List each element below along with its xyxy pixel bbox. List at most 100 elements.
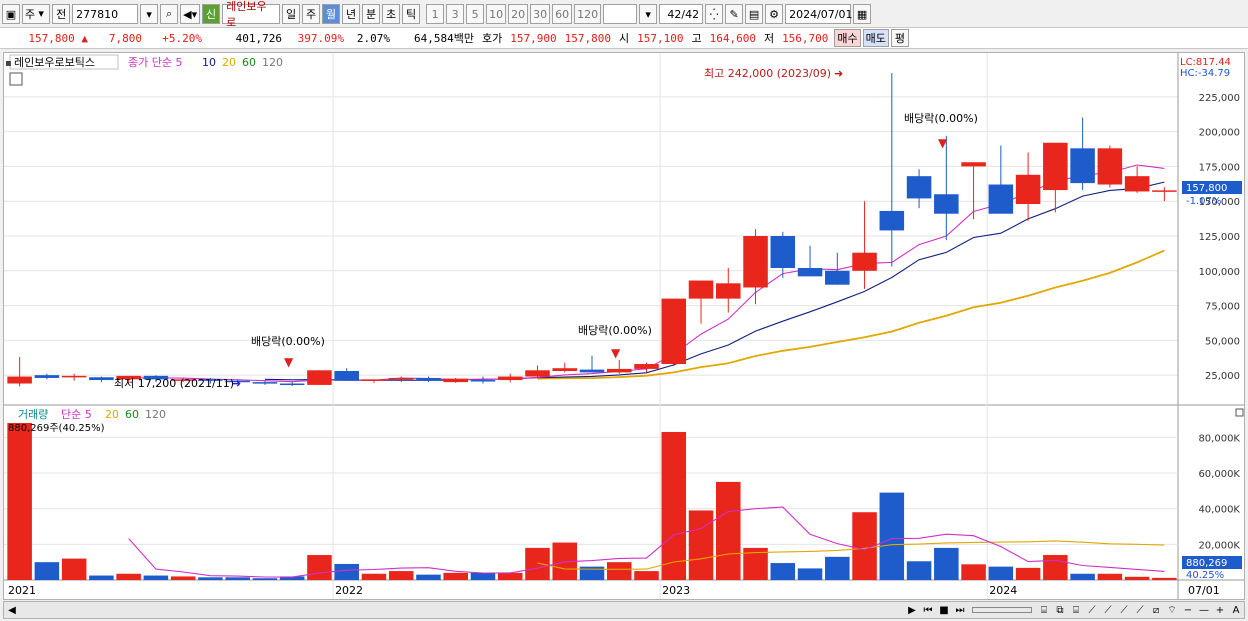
volume-bar[interactable] <box>716 481 741 580</box>
volume-bar[interactable] <box>225 577 250 580</box>
chart-scrollbar[interactable]: ◀ ▶ ⏮ ■ ⏭ ⌸ ⧉ ⌸ ⟋ ⟋ ⟋ ⟋ ⧄ ⌔ − — + A <box>3 601 1245 619</box>
volume-bar[interactable] <box>797 568 823 580</box>
minute-tab-2[interactable]: 5 <box>466 4 485 24</box>
volume-bar[interactable] <box>688 510 714 580</box>
vol-legend-ma120[interactable]: 120 <box>145 408 166 421</box>
market-select[interactable]: 주 ▾ <box>22 4 51 24</box>
vol-legend-ma60[interactable]: 60 <box>125 408 139 421</box>
panel-close-icon[interactable] <box>1235 408 1244 417</box>
interval-input[interactable] <box>603 4 638 24</box>
candle[interactable] <box>388 376 414 383</box>
minute-tab-0[interactable]: 1 <box>426 4 445 24</box>
draw-tool-icon[interactable]: ✎ <box>725 4 744 24</box>
period-tab-6[interactable]: 틱 <box>402 4 421 24</box>
volume-bar[interactable] <box>988 566 1014 580</box>
minus-icon[interactable]: — <box>1196 602 1212 618</box>
volume-bar[interactable] <box>470 572 496 580</box>
volume-bar[interactable] <box>416 574 441 580</box>
save-icon[interactable]: ▤ <box>745 4 764 24</box>
candle[interactable] <box>307 370 332 385</box>
vol-legend-ma5[interactable]: 단순 5 <box>61 408 92 421</box>
candle[interactable] <box>279 382 305 387</box>
volume-bar[interactable] <box>334 563 359 580</box>
volume-bar[interactable] <box>879 492 905 580</box>
candle[interactable] <box>606 359 632 374</box>
tool-icon-8[interactable]: ⧄ <box>1148 602 1164 618</box>
candle[interactable] <box>797 245 823 277</box>
candle[interactable] <box>34 373 60 380</box>
volume-bar[interactable] <box>525 547 550 580</box>
calculator-icon[interactable] <box>9 72 23 86</box>
legend-ma60[interactable]: 60 <box>242 56 256 69</box>
candle[interactable] <box>1124 166 1150 193</box>
tool-icon-7[interactable]: ⟋ <box>1132 602 1148 618</box>
calendar-icon[interactable]: ▦ <box>853 4 872 24</box>
volume-bar[interactable] <box>61 558 87 580</box>
code-input[interactable]: 277810 <box>72 4 139 24</box>
period-tab-4[interactable]: 분 <box>362 4 381 24</box>
volume-bar[interactable] <box>661 431 687 580</box>
tool-icon-9[interactable]: ⌔ <box>1164 602 1180 618</box>
interval-dropdown-icon[interactable]: ▾ <box>639 4 658 24</box>
volume-bar[interactable] <box>170 576 196 580</box>
candle[interactable] <box>443 377 468 383</box>
volume-bar[interactable] <box>497 572 523 580</box>
prev-button[interactable]: 전 <box>52 4 71 24</box>
volume-bar[interactable] <box>89 575 114 580</box>
volume-bar[interactable] <box>1097 573 1123 580</box>
candle[interactable] <box>552 362 578 373</box>
tool-icon-2[interactable]: ⧉ <box>1052 602 1068 618</box>
candlestick-chart[interactable]: 25,00050,00075,000100,000125,000150,0001… <box>4 53 1244 599</box>
legend-ma20[interactable]: 20 <box>222 56 236 69</box>
candle[interactable] <box>906 169 932 209</box>
minute-tab-6[interactable]: 60 <box>552 4 573 24</box>
volume-bar[interactable] <box>1152 577 1177 580</box>
zoom-out-icon[interactable]: − <box>1180 602 1196 618</box>
candle[interactable] <box>852 201 877 289</box>
volume-bar[interactable] <box>1015 567 1041 580</box>
volume-bar[interactable] <box>1124 576 1150 580</box>
tool-icon-4[interactable]: ⟋ <box>1084 602 1100 618</box>
period-tab-0[interactable]: 일 <box>282 4 301 24</box>
minute-tab-3[interactable]: 10 <box>486 4 507 24</box>
candle[interactable] <box>579 355 605 373</box>
code-dropdown-icon[interactable]: ▾ <box>140 4 159 24</box>
volume-bar[interactable] <box>34 562 60 580</box>
tool-icon-5[interactable]: ⟋ <box>1100 602 1116 618</box>
volume-bar[interactable] <box>7 423 32 580</box>
candle[interactable] <box>361 379 387 383</box>
volume-bar[interactable] <box>906 561 932 580</box>
zoom-slider[interactable] <box>972 607 1032 613</box>
period-tab-5[interactable]: 초 <box>382 4 401 24</box>
play-icon[interactable]: ▶ <box>904 602 920 618</box>
candle[interactable] <box>688 280 714 324</box>
volume-bar[interactable] <box>116 573 141 580</box>
volume-bar[interactable] <box>770 563 796 580</box>
legend-ma120[interactable]: 120 <box>262 56 283 69</box>
font-size-icon[interactable]: A <box>1228 602 1244 618</box>
candle[interactable] <box>961 162 986 220</box>
rewind-icon[interactable]: ⏮ <box>920 602 936 618</box>
legend-ma5[interactable]: 종가 단순 5 <box>128 56 182 69</box>
vol-legend-label[interactable]: 거래량 <box>18 408 48 421</box>
candle[interactable] <box>988 145 1014 214</box>
candle[interactable] <box>416 376 441 383</box>
grid-icon[interactable]: ⁛ <box>705 4 724 24</box>
tool-icon-3[interactable]: ⌸ <box>1068 602 1084 618</box>
volume-bar[interactable] <box>961 564 986 580</box>
tool-icon-1[interactable]: ⌸ <box>1036 602 1052 618</box>
stop-icon[interactable]: ■ <box>936 602 952 618</box>
candle[interactable] <box>661 298 687 367</box>
volume-bar[interactable] <box>443 572 468 580</box>
gear-icon[interactable]: ⚙ <box>765 4 784 24</box>
tool-icon-6[interactable]: ⟋ <box>1116 602 1132 618</box>
plus-icon[interactable]: + <box>1212 602 1228 618</box>
volume-bar[interactable] <box>825 556 850 580</box>
candle[interactable] <box>1152 187 1177 202</box>
volume-bar[interactable] <box>361 573 387 580</box>
fast-forward-icon[interactable]: ⏭ <box>952 602 968 618</box>
candle[interactable] <box>89 376 114 383</box>
volume-bar[interactable] <box>198 577 223 580</box>
volume-bar[interactable] <box>1043 555 1068 580</box>
candle[interactable] <box>1097 145 1123 188</box>
